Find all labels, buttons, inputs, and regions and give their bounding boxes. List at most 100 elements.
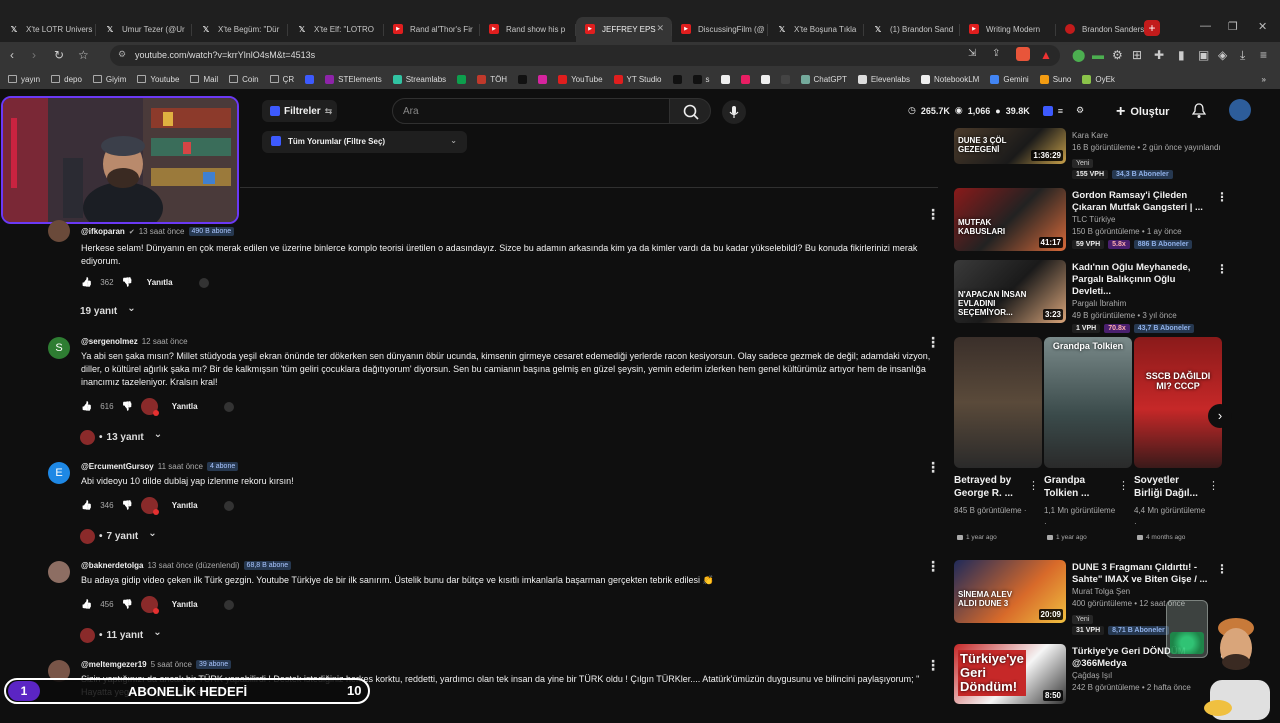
video-thumbnail[interactable]: DUNE 3 ÇÖL GEZEGENİ 1:36:29: [954, 128, 1066, 164]
comment-author[interactable]: @meltemgezer19: [81, 660, 147, 669]
bookmark-item[interactable]: Youtube: [137, 75, 179, 84]
video-thumbnail[interactable]: N'APACAN İNSAN EVLADINI SEÇEMİYOR... 3:23: [954, 260, 1066, 323]
channel-name[interactable]: Pargalı İbrahim: [1072, 298, 1212, 310]
share-icon[interactable]: ⇪: [992, 48, 1000, 59]
vpn-icon[interactable]: ◈: [1218, 48, 1227, 62]
more-options-icon[interactable]: ⋮: [1216, 190, 1228, 204]
bookmark-item[interactable]: depo: [51, 75, 82, 84]
bookmark-item[interactable]: [457, 74, 467, 84]
bookmark-item[interactable]: NotebookLM: [920, 74, 979, 84]
brave-shield-icon[interactable]: [1016, 47, 1030, 61]
comment-time[interactable]: 12 saat önce: [142, 337, 188, 346]
create-button[interactable]: + Oluştur: [1116, 100, 1178, 124]
view-replies-button[interactable]: 19 yanıt ⌄: [80, 303, 136, 317]
list-icon[interactable]: ≡: [1058, 106, 1063, 116]
like-icon[interactable]: 👍: [81, 277, 92, 288]
comment-author[interactable]: @ErcumentGursoy: [81, 462, 154, 471]
filters-button[interactable]: Filtreler ⇆: [262, 100, 337, 122]
more-options-icon[interactable]: ⋮: [1208, 479, 1219, 492]
bookmark-item[interactable]: YouTube: [558, 74, 603, 84]
view-replies-button[interactable]: • 7 yanıt ⌄: [80, 528, 157, 544]
site-info-icon[interactable]: ⚙: [118, 49, 126, 60]
browser-tab[interactable]: 𝕏 X'te LOTR Univers: [0, 17, 96, 42]
bookmark-item[interactable]: [740, 74, 750, 84]
view-replies-button[interactable]: • 11 yanıt ⌄: [80, 627, 162, 643]
bookmark-item[interactable]: [518, 74, 528, 84]
extension-icon[interactable]: ⬤: [1072, 48, 1085, 62]
menu-icon[interactable]: ≡: [1260, 48, 1267, 62]
more-bookmarks-icon[interactable]: »: [1262, 75, 1266, 84]
commenter-avatar[interactable]: [48, 220, 70, 242]
reload-icon[interactable]: ↻: [54, 48, 64, 62]
download-icon[interactable]: ⤓: [1240, 48, 1245, 63]
bookmark-item[interactable]: [672, 74, 682, 84]
more-options-icon[interactable]: ⋮: [1028, 479, 1039, 492]
commenter-avatar[interactable]: S: [48, 337, 70, 359]
short-thumbnail[interactable]: Grandpa Tolkien: [1044, 337, 1132, 468]
bookmark-item[interactable]: Giyim: [92, 75, 126, 84]
extension-icon[interactable]: ▬: [1092, 48, 1104, 62]
more-options-icon[interactable]: ⋮: [926, 459, 940, 476]
wallet-icon[interactable]: ▣: [1198, 48, 1209, 62]
video-thumbnail[interactable]: Türkiye'ye Geri Döndüm! 8:50: [954, 644, 1066, 704]
bookmark-item[interactable]: STElements: [325, 74, 382, 84]
short-thumbnail[interactable]: [954, 337, 1042, 468]
more-options-icon[interactable]: ⋮: [1216, 562, 1228, 576]
like-icon[interactable]: 👍: [81, 401, 92, 412]
reply-button[interactable]: Yanıtla: [172, 402, 198, 411]
dislike-icon[interactable]: 👎: [122, 401, 133, 412]
short-title[interactable]: Sovyetler Birliği Dağıl...: [1134, 474, 1204, 500]
new-tab-button[interactable]: +: [1144, 20, 1160, 36]
forward-icon[interactable]: ›: [32, 48, 36, 62]
extension-icon[interactable]: ⚙: [1112, 48, 1123, 62]
bookmark-item[interactable]: [538, 74, 548, 84]
bookmark-item[interactable]: ChatGPT: [800, 74, 847, 84]
settings-icon[interactable]: ⚙: [1076, 105, 1084, 116]
short-thumbnail[interactable]: SSCB DAĞILDI MI? CCCP: [1134, 337, 1222, 468]
more-options-icon[interactable]: ⋮: [926, 206, 940, 223]
browser-tab[interactable]: ▶ JEFFREY EPS ✕: [576, 17, 672, 42]
bookmark-item[interactable]: Elevenlabs: [857, 74, 910, 84]
more-options-icon[interactable]: ⋮: [926, 334, 940, 351]
comment-time[interactable]: 11 saat önce: [158, 462, 203, 471]
bookmark-item[interactable]: [760, 74, 770, 84]
bookmark-item[interactable]: Streamlabs: [392, 74, 446, 84]
bookmark-item[interactable]: [720, 74, 730, 84]
account-avatar[interactable]: [1229, 99, 1251, 121]
bookmark-item[interactable]: yayın: [8, 75, 40, 84]
more-options-icon[interactable]: ⋮: [926, 558, 940, 575]
commenter-avatar[interactable]: [48, 561, 70, 583]
back-icon[interactable]: ‹: [10, 48, 14, 62]
shorts-next-button[interactable]: ›: [1208, 404, 1232, 428]
browser-tab[interactable]: 𝕏 X'te Elf: "LOTRO: [288, 17, 384, 42]
more-options-icon[interactable]: ⋮: [1216, 262, 1228, 276]
browser-tab[interactable]: ▶ Rand al'Thor's Fir: [384, 17, 480, 42]
search-button[interactable]: [669, 98, 711, 124]
channel-name[interactable]: Murat Tolga Şen: [1072, 586, 1212, 598]
bookmark-item[interactable]: Suno: [1039, 74, 1071, 84]
bookmark-item[interactable]: s: [692, 74, 710, 84]
video-thumbnail[interactable]: SİNEMA ALEV ALDI DUNE 3 20:09: [954, 560, 1066, 623]
extension-icon[interactable]: [223, 599, 234, 610]
channel-name[interactable]: TLC Türkiye: [1072, 214, 1212, 226]
like-icon[interactable]: 👍: [81, 500, 92, 511]
video-thumbnail[interactable]: MUTFAK KABUSLARI 41:17: [954, 188, 1066, 251]
bookmark-item[interactable]: Coin: [229, 75, 259, 84]
comment-time[interactable]: 13 saat önce: [139, 227, 185, 236]
comment-author[interactable]: @sergenolmez: [81, 337, 138, 346]
browser-tab[interactable]: ▶ Rand show his p: [480, 17, 576, 42]
close-tab-icon[interactable]: ✕: [656, 23, 664, 34]
video-title[interactable]: DUNE 3 Fragmanı Çıldırttı! - Sahte" IMAX…: [1072, 562, 1212, 586]
like-icon[interactable]: 👍: [81, 599, 92, 610]
maximize-icon[interactable]: ❐: [1228, 20, 1238, 33]
dislike-icon[interactable]: 👎: [122, 500, 133, 511]
search-input[interactable]: Ara: [392, 98, 670, 124]
bookmark-item[interactable]: YT Studio: [613, 74, 662, 84]
install-icon[interactable]: ⇲: [968, 48, 976, 59]
browser-tab[interactable]: 𝕏 X'te Begüm: "Dür: [192, 17, 288, 42]
notifications-bell-icon[interactable]: [1191, 103, 1207, 122]
dislike-icon[interactable]: 👎: [122, 599, 133, 610]
minimize-icon[interactable]: —: [1200, 20, 1211, 32]
short-title[interactable]: Betrayed by George R. ...: [954, 474, 1024, 500]
reply-button[interactable]: Yanıtla: [147, 278, 173, 287]
